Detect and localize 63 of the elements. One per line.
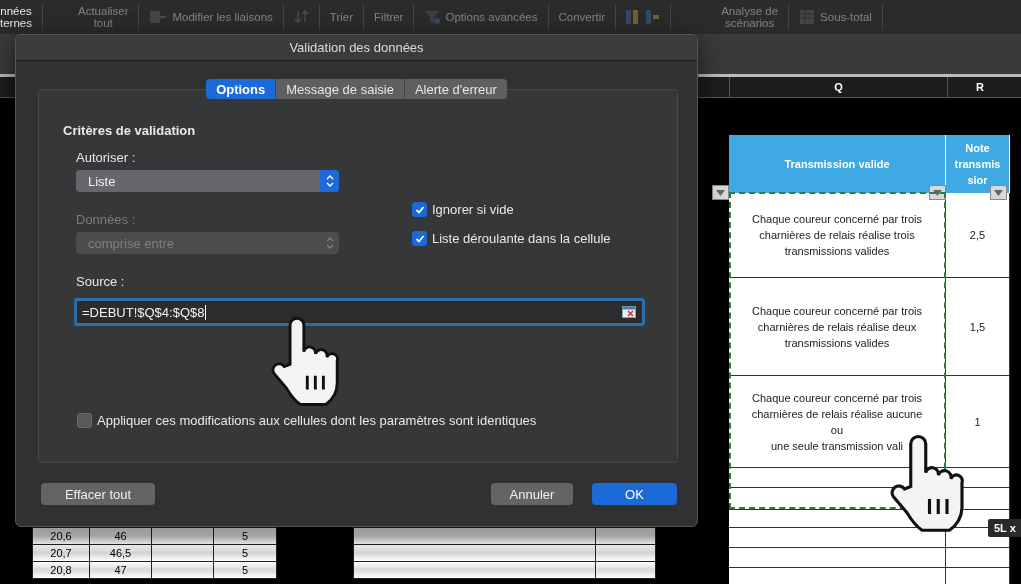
table-cell: 2,5 [946,193,1010,278]
checkbox-label: Ignorer si vide [432,202,514,217]
source-field[interactable]: =DEBUT!$Q$4:$Q$8 [74,298,645,326]
checkbox[interactable] [412,231,427,246]
table-cell: 20,8 [32,561,90,579]
tab[interactable]: Alerte d'erreur [404,79,507,99]
caret-icon [933,189,942,196]
dropdown[interactable]: Liste [76,170,339,192]
link-icon [149,9,168,25]
caret-icon [994,189,1003,196]
field-label: Autoriser : [76,150,137,167]
table-cell: 20,6 [32,527,90,545]
tab[interactable]: Options [206,79,277,99]
table-cell: 20,7 [32,544,90,562]
tooltip: 5L x [988,519,1021,537]
checkbox-label: Appliquer ces modifications aux cellules dont les paramètres sont identiques [97,413,537,428]
table-icon [799,9,816,25]
table-cell: 46,5 [89,544,152,562]
field-label: Source : [76,274,126,291]
tab[interactable]: Message de saisie [276,79,405,99]
table-header: Note transmis sior [946,135,1010,193]
field-label: Données : [76,212,137,229]
table-header: Transmission valide [729,135,946,193]
table-cell: Chaque coureur concerné par trois charnières de relais réalise trois transmissions valides [729,193,946,278]
table-cell [151,544,214,562]
column-header: Q [729,77,947,97]
table-cell: 1,5 [946,278,1010,376]
table-cell: 5 [213,527,277,545]
ok-button[interactable]: OK [592,483,677,505]
dialog-button[interactable]: Annuler [491,483,573,505]
chevron-icon [324,236,335,250]
table-cell: Chaque coureur concerné par trois charnières de relais réalise aucune ou une seule transmission vali [729,376,946,468]
table-cell [151,527,214,545]
toolbar-button[interactable]: nnées ternes [0,5,32,29]
dialog-title: Validation des données [289,40,424,55]
chevron-icon [324,174,335,188]
filter-dropdown-button[interactable] [712,185,729,200]
checkbox[interactable] [412,202,427,217]
checkmark-icon [413,233,426,244]
funnel-icon [424,9,441,25]
hand-cursor-icon [269,316,341,408]
table-cell: 46 [89,527,152,545]
dialog-button[interactable]: Effacer tout [41,483,155,505]
checkbox-label: Liste déroulante dans la cellule [432,231,611,246]
table-cell: 5 [213,561,277,579]
table-cell [595,544,656,562]
table-cell: 5 [213,544,277,562]
section-title: Critères de validation [63,123,197,138]
range-picker-icon [622,306,636,318]
table-cell [946,548,1010,568]
filter-dropdown-button[interactable] [990,185,1007,200]
hand-cursor-icon [888,434,966,534]
checkbox[interactable] [77,413,92,428]
table-cell [946,568,1010,584]
table-cell: Chaque coureur concerné par trois charnières de relais réalise deux transmissions valides [729,278,946,376]
column-header: R [947,77,1012,97]
table-cell: 47 [89,561,152,579]
caret-icon [716,189,725,196]
checkmark-icon [413,204,426,215]
table-cell: 1 [946,376,1010,468]
table-cell [595,561,656,579]
table-cell [595,527,656,545]
table-cell [151,561,214,579]
